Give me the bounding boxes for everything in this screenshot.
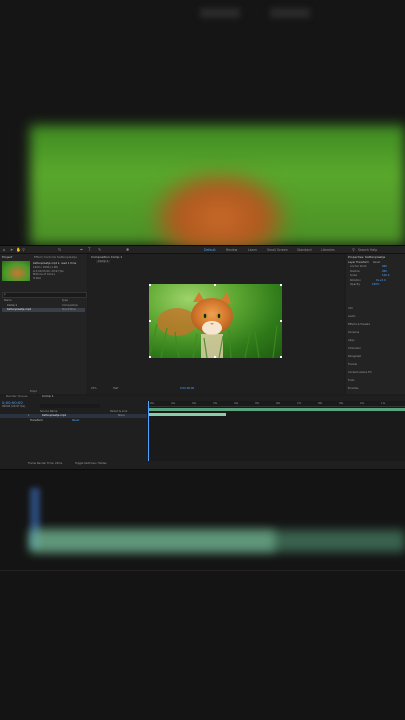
- transform-section[interactable]: Layer Transform: [348, 261, 369, 264]
- workspace-review[interactable]: Review: [226, 248, 237, 252]
- preview-codec: H.264: [33, 276, 41, 280]
- selection-handle[interactable]: [280, 284, 282, 286]
- blurred-toolbar-fragment: [270, 8, 310, 18]
- zoom-dropdown[interactable]: 25%: [91, 387, 97, 390]
- tab-composition[interactable]: Composition Comp 1: [91, 255, 122, 259]
- project-search-input[interactable]: ρ: [2, 292, 87, 298]
- timeline-search-input[interactable]: [40, 404, 100, 408]
- composition-viewer[interactable]: [149, 284, 282, 358]
- column-parent-link[interactable]: Parent & Link: [110, 410, 127, 413]
- pen-tool-icon[interactable]: ✒: [80, 247, 84, 252]
- blurred-background-top: [0, 0, 405, 245]
- blurred-background-bottom: [0, 470, 405, 720]
- panel-libraries[interactable]: Libraries: [348, 331, 359, 334]
- resolution-dropdown[interactable]: Half: [113, 387, 118, 390]
- reset-button[interactable]: Reset: [373, 261, 380, 264]
- column-name[interactable]: Name: [4, 299, 12, 302]
- workspace-default[interactable]: Default: [204, 248, 216, 252]
- after-effects-window: ⌂ ➤ ✋ ⚲ ↻ ✒ T ✎ ✱ Default Review Learn S…: [0, 246, 405, 469]
- workspace-small-screen[interactable]: Small Screen: [267, 248, 288, 252]
- transform-property[interactable]: Transform: [30, 419, 43, 422]
- selection-handle[interactable]: [149, 284, 151, 286]
- panel-brushes[interactable]: Brushes: [348, 387, 358, 390]
- workspace-learn[interactable]: Learn: [248, 248, 257, 252]
- selection-handle[interactable]: [280, 356, 282, 358]
- selection-handle[interactable]: [214, 356, 216, 358]
- search-help[interactable]: Search Help: [358, 248, 377, 252]
- selection-handle[interactable]: [149, 320, 151, 322]
- transform-reset[interactable]: Reset: [72, 419, 79, 422]
- table-row[interactable]: 1 Kattenplaatje.mp4 None: [0, 414, 147, 418]
- item-type: Composition: [62, 304, 79, 307]
- blurred-toolbar-fragment: [200, 8, 240, 18]
- column-type[interactable]: Type: [62, 299, 68, 302]
- panel-effects-presets[interactable]: Effects & Presets: [348, 323, 370, 326]
- transform-properties: Anchor Point 960 Position 960 Scale 100.0 R…: [350, 265, 390, 286]
- selection-handle[interactable]: [214, 284, 216, 286]
- workspace-libraries[interactable]: Libraries: [321, 248, 335, 252]
- search-icon[interactable]: ⚲: [352, 247, 356, 252]
- blurred-cat: [150, 170, 290, 245]
- hand-tool-icon[interactable]: ✋: [16, 247, 21, 252]
- item-name: Kattenplaatje.mp4: [7, 308, 32, 311]
- panel-content-aware-fill[interactable]: Content-Aware Fill: [348, 371, 371, 374]
- workspace-standard[interactable]: Standard: [297, 248, 312, 252]
- panel-audio[interactable]: Audio: [348, 315, 355, 318]
- layer-index: 1: [28, 414, 30, 417]
- zoom-tool-icon[interactable]: ⚲: [22, 247, 26, 252]
- column-source-name[interactable]: Source Name: [40, 410, 57, 413]
- timeline-tracks[interactable]: 00s 01s 02s 03s 04s 05s 06s 07s 08s 09s …: [148, 401, 405, 461]
- composition-panel: Composition Comp 1 Comp 1 25% Half 0;00;…: [88, 254, 344, 394]
- properties-panel: Properties: Kattenplaatje Layer Transfor…: [346, 254, 405, 394]
- selection-handle[interactable]: [149, 356, 151, 358]
- tab-comp[interactable]: Comp 1: [42, 394, 54, 398]
- layer-parent[interactable]: None: [118, 414, 125, 417]
- brush-tool-icon[interactable]: ✎: [98, 247, 102, 252]
- panel-character[interactable]: Character: [348, 347, 361, 350]
- frame-render-time: Frame Render Time: 24ms: [28, 462, 63, 465]
- panel-tracker[interactable]: Tracker: [348, 363, 357, 366]
- time-ruler[interactable]: 00s 01s 02s 03s 04s 05s 06s 07s 08s 09s …: [148, 401, 405, 407]
- work-area-bar[interactable]: [148, 408, 405, 411]
- toggle-switches-modes[interactable]: Toggle Switches / Modes: [75, 462, 107, 465]
- list-item[interactable]: Kattenplaatje.mp4 QuickTime: [2, 308, 85, 312]
- selection-handle[interactable]: [280, 320, 282, 322]
- timeline-fps: 00000 (29.97 fps): [2, 405, 26, 408]
- home-icon[interactable]: ⌂: [3, 247, 7, 252]
- layer-name: Kattenplaatje.mp4: [42, 414, 67, 417]
- puppet-tool-icon[interactable]: ✱: [126, 247, 130, 252]
- rotate-tool-icon[interactable]: ↻: [58, 247, 62, 252]
- tab-effect-controls[interactable]: Effect Controls Kattenplaatje: [34, 255, 77, 259]
- panel-align[interactable]: Align: [348, 339, 355, 342]
- tab-project[interactable]: Project: [2, 255, 12, 259]
- bit-depth[interactable]: 8 bpc: [30, 390, 37, 393]
- comp-timecode[interactable]: 0;00;00;00: [180, 387, 194, 390]
- layer-track[interactable]: [148, 413, 226, 416]
- panel-list: Info Audio Effects & Presets Libraries A…: [346, 307, 405, 394]
- item-name: Comp 1: [7, 304, 18, 307]
- properties-title: Properties: Kattenplaatje: [348, 255, 386, 259]
- comp-subtab[interactable]: Comp 1: [96, 260, 111, 263]
- playhead[interactable]: [148, 401, 149, 461]
- project-panel: Project Effect Controls Kattenplaatje Ka…: [0, 254, 87, 394]
- timeline-panel: Render Queue Comp 1 0;00;00;00 00000 (29…: [0, 394, 405, 469]
- preview-name: Kattenplaatje.mp4 ▾, used 1 time: [33, 262, 77, 265]
- toolbar: ⌂ ➤ ✋ ⚲ ↻ ✒ T ✎ ✱ Default Review Learn S…: [0, 246, 405, 254]
- item-type: QuickTime: [62, 308, 76, 311]
- selection-tool-icon[interactable]: ➤: [10, 247, 14, 252]
- blurred-divider: [0, 570, 405, 571]
- blurred-layer-track: [30, 530, 275, 552]
- panel-paragraph[interactable]: Paragraph: [348, 355, 361, 358]
- type-tool-icon[interactable]: T: [88, 247, 92, 252]
- cat-image: [149, 292, 278, 358]
- tab-render-queue[interactable]: Render Queue: [6, 394, 28, 398]
- panel-info[interactable]: Info: [348, 307, 353, 310]
- panel-tools[interactable]: Tools: [348, 379, 354, 382]
- project-thumbnail: [2, 261, 30, 281]
